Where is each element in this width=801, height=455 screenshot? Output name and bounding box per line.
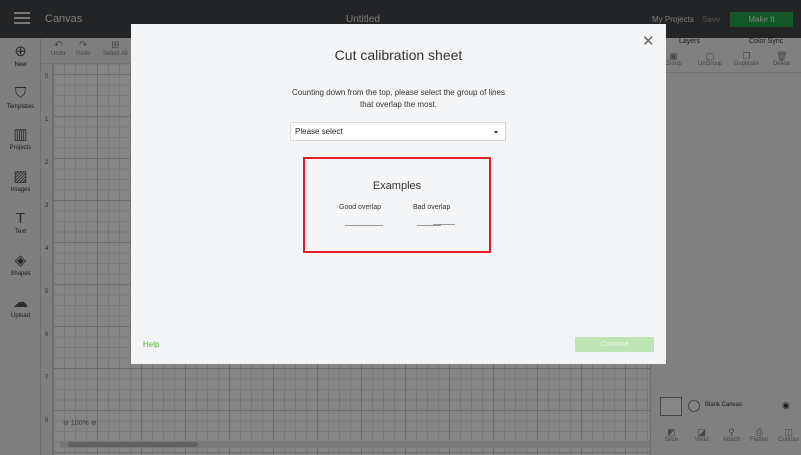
good-overlap-label: Good overlap xyxy=(339,204,382,211)
bad-overlap-line-right xyxy=(433,224,455,225)
bad-overlap-label: Bad overlap xyxy=(413,204,451,211)
select-value: Please select xyxy=(295,127,343,136)
good-overlap-line xyxy=(345,225,383,226)
cut-calibration-dialog: ✕ Cut calibration sheet Counting down fr… xyxy=(131,24,666,364)
dialog-title: Cut calibration sheet xyxy=(334,47,463,63)
overlap-group-select[interactable]: Please select xyxy=(290,122,506,141)
help-link[interactable]: Help xyxy=(143,340,159,349)
examples-panel: Examples Good overlap Bad overlap xyxy=(303,157,491,253)
chevron-down-icon xyxy=(494,131,498,134)
continue-button[interactable]: Continue xyxy=(575,337,654,352)
examples-title: Examples xyxy=(372,180,422,192)
dialog-instruction: Counting down from the top, please selec… xyxy=(291,88,506,109)
bad-overlap-line-left xyxy=(417,225,441,226)
